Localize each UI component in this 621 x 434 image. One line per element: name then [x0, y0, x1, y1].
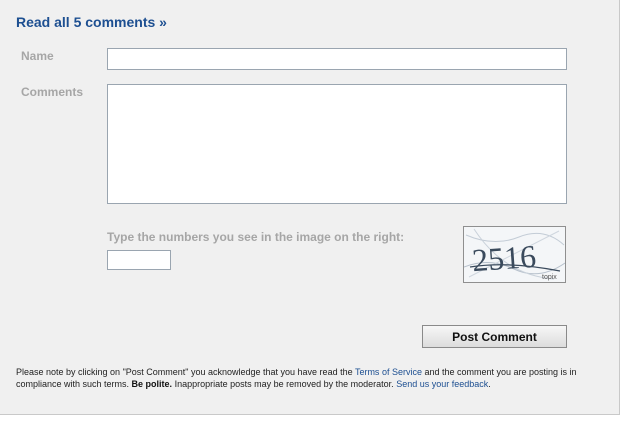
- name-label: Name: [21, 49, 54, 63]
- comments-label: Comments: [21, 85, 84, 99]
- name-input[interactable]: [107, 48, 567, 70]
- captcha-input[interactable]: [107, 250, 171, 270]
- captcha-image: 2516 topix: [463, 226, 566, 283]
- comment-form-panel: Read all 5 comments » Name Comments Type…: [0, 0, 620, 415]
- terms-of-service-link[interactable]: Terms of Service: [355, 367, 422, 377]
- comments-textarea[interactable]: [107, 84, 567, 204]
- post-comment-button[interactable]: Post Comment: [422, 325, 567, 348]
- posting-notice: Please note by clicking on "Post Comment…: [16, 366, 606, 390]
- read-all-comments-link[interactable]: Read all 5 comments »: [16, 14, 167, 30]
- captcha-digits: 2516: [471, 238, 537, 278]
- captcha-brand: topix: [542, 274, 557, 281]
- captcha-prompt: Type the numbers you see in the image on…: [107, 230, 405, 244]
- be-polite-text: Be polite.: [131, 379, 173, 389]
- send-feedback-link[interactable]: Send us your feedback: [396, 379, 488, 389]
- notice-text-3: Inappropriate posts may be removed by th…: [172, 379, 397, 389]
- notice-text-1: Please note by clicking on "Post Comment…: [16, 367, 355, 377]
- notice-text-4: .: [488, 379, 491, 389]
